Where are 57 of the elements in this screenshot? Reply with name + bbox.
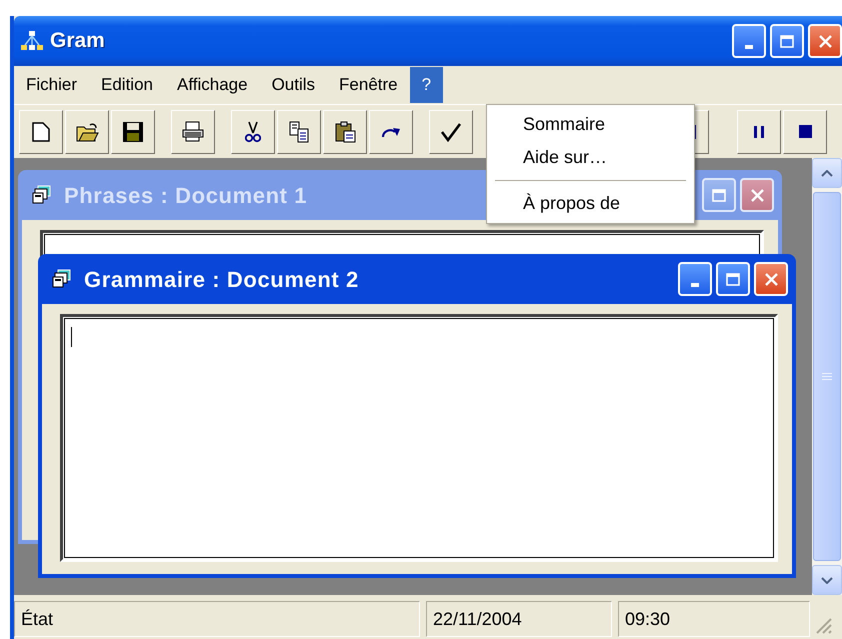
chevron-up-icon	[821, 170, 833, 176]
menu-item[interactable]: Affichage	[165, 67, 260, 103]
floppy-disk-button[interactable]	[111, 110, 155, 154]
menu-item[interactable]: Edition	[89, 67, 165, 103]
close-icon	[750, 188, 764, 202]
checkmark-button[interactable]	[429, 110, 473, 154]
text-area[interactable]	[60, 314, 778, 562]
maximize-button[interactable]	[702, 178, 736, 212]
pause-icon	[754, 126, 764, 138]
scissors-button[interactable]	[231, 110, 275, 154]
resize-grip-icon[interactable]	[816, 618, 832, 634]
copy-icon	[289, 120, 309, 142]
maximize-icon	[712, 188, 726, 202]
minimize-button[interactable]	[732, 24, 766, 58]
menu-item[interactable]: Fichier	[14, 67, 90, 103]
minimize-icon	[745, 45, 753, 49]
close-button[interactable]	[740, 178, 774, 212]
stop-button[interactable]	[783, 110, 827, 154]
folder-button[interactable]	[65, 110, 109, 154]
menu-option[interactable]: Sommaire	[489, 108, 692, 141]
status-panel: 09:30	[618, 601, 810, 637]
menu-option[interactable]: À propos de	[489, 187, 692, 220]
copy-button[interactable]	[277, 110, 321, 154]
document-title: Phrases : Document 1	[64, 182, 308, 210]
redo-arrow-button[interactable]	[369, 110, 413, 154]
scroll-up-button[interactable]	[812, 158, 842, 188]
maximize-icon	[726, 272, 740, 286]
chevron-down-icon	[821, 576, 833, 584]
redo-arrow-icon	[381, 126, 401, 138]
window-title: Gram	[50, 28, 105, 54]
menu-item[interactable]: Outils	[260, 67, 328, 103]
stop-icon	[798, 125, 812, 138]
new-file-icon	[32, 122, 50, 142]
menu-item[interactable]: Fenêtre	[327, 67, 410, 103]
clipboard-icon	[334, 120, 356, 142]
new-file-button[interactable]	[19, 110, 63, 154]
minimize-button[interactable]	[678, 262, 712, 296]
pause-button[interactable]	[737, 110, 781, 154]
folder-icon	[76, 122, 98, 142]
document-title: Grammaire : Document 2	[84, 266, 359, 294]
printer-button[interactable]	[171, 110, 215, 154]
scroll-down-button[interactable]	[812, 565, 842, 595]
status-panel: État	[14, 601, 420, 637]
scissors-icon	[245, 120, 261, 142]
maximize-icon	[780, 34, 794, 48]
close-icon	[764, 272, 778, 286]
app-icon	[20, 30, 44, 52]
status-panel: 22/11/2004	[426, 601, 612, 637]
minimize-icon	[691, 283, 699, 287]
checkmark-icon	[440, 122, 462, 142]
grip-lines-icon	[822, 373, 832, 380]
clipboard-button[interactable]	[323, 110, 367, 154]
scrollbar-thumb[interactable]	[813, 192, 841, 561]
menu-option[interactable]: Aide sur…	[489, 141, 692, 174]
menu-item[interactable]: ?	[410, 67, 444, 103]
close-icon	[818, 34, 832, 48]
printer-icon	[182, 121, 204, 142]
